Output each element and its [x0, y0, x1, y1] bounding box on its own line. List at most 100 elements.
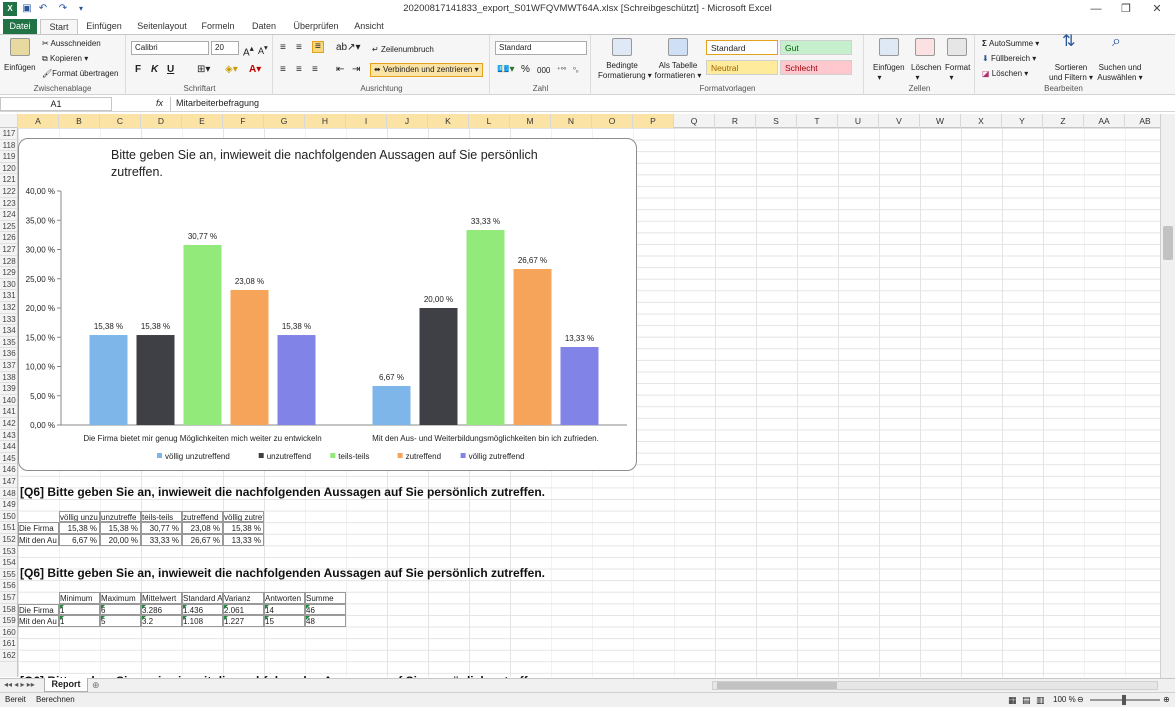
row-header-153[interactable]: 153 [0, 546, 17, 558]
table1-header-cell[interactable]: zutreffend [182, 510, 223, 523]
column-header-m[interactable]: M [510, 114, 551, 128]
row-header-140[interactable]: 140 [0, 395, 17, 407]
table1-value-cell[interactable]: 13,33 % [223, 534, 264, 546]
row-header-145[interactable]: 145 [0, 453, 17, 465]
style-schlecht[interactable]: Schlecht [780, 60, 852, 75]
tab-start[interactable]: Start [40, 19, 78, 34]
cut-button[interactable]: ✂ Ausschneiden [42, 39, 101, 49]
border-icon[interactable]: ⊞▾ [197, 65, 210, 75]
align-center-icon[interactable]: ≡ [296, 65, 302, 75]
wrap-text-button[interactable]: ↵ Zeilenumbruch [372, 45, 434, 55]
scroll-thumb[interactable] [1163, 226, 1173, 260]
column-header-v[interactable]: V [879, 114, 920, 128]
row-header-131[interactable]: 131 [0, 290, 17, 302]
fill-color-icon[interactable]: ◈▾ [225, 65, 238, 75]
clear-button[interactable]: ◪ Löschen ▾ [982, 69, 1028, 79]
number-format-select[interactable]: Standard [495, 41, 587, 55]
sheet-tab-report[interactable]: Report [44, 678, 88, 692]
tab-datei[interactable]: Datei [3, 19, 37, 34]
find-select-button[interactable]: Suchen und Auswählen ▾ [1096, 63, 1144, 83]
column-header-c[interactable]: C [100, 114, 141, 128]
table2-value-cell[interactable]: 3.2 [141, 615, 182, 627]
table2-value-cell[interactable]: 14 [264, 603, 305, 616]
tab-seitenlayout[interactable]: Seitenlayout [134, 19, 190, 34]
format-cells-button[interactable]: Format ▾ [945, 63, 970, 83]
table2-value-cell[interactable]: 1 [59, 615, 100, 627]
horizontal-scrollbar[interactable] [712, 681, 1158, 690]
table2-header-cell[interactable]: Varianz [223, 592, 264, 604]
zoom-in-icon[interactable]: ⊕ [1163, 693, 1170, 707]
column-header-w[interactable]: W [920, 114, 961, 128]
table2-value-cell[interactable]: 48 [305, 615, 346, 627]
table1-header-cell[interactable]: völlig zutreffend [223, 510, 264, 523]
row-header-132[interactable]: 132 [0, 302, 17, 314]
chart[interactable]: Bitte geben Sie an, inwieweit die nachfo… [18, 138, 637, 471]
column-header-f[interactable]: F [223, 114, 264, 128]
close-button[interactable]: ✕ [1142, 1, 1172, 17]
view-layout-icon[interactable]: ▤ [1022, 693, 1031, 707]
row-header-155[interactable]: 155 [0, 569, 17, 581]
font-size-select[interactable]: 20 [211, 41, 239, 55]
table1-header-cell[interactable]: unzutreffe [100, 510, 141, 523]
row-header-135[interactable]: 135 [0, 337, 17, 349]
row-header-126[interactable]: 126 [0, 232, 17, 244]
column-header-t[interactable]: T [797, 114, 838, 128]
font-color-icon[interactable]: A▾ [249, 65, 261, 75]
table1-value-cell[interactable]: 6,67 % [59, 534, 100, 546]
table2-value-cell[interactable]: 46 [305, 603, 346, 616]
paste-button[interactable]: Einfügen [4, 63, 36, 73]
column-header-o[interactable]: O [592, 114, 633, 128]
tab-formeln[interactable]: Formeln [198, 19, 238, 34]
column-header-y[interactable]: Y [1002, 114, 1043, 128]
column-header-q[interactable]: Q [674, 114, 715, 128]
table1-row-label[interactable]: Die Firma [18, 522, 59, 534]
table2-value-cell[interactable]: 2.061 [223, 603, 264, 616]
table2-header-cell[interactable]: Mittelwert [141, 592, 182, 604]
table1-value-cell[interactable]: 15,38 % [59, 522, 100, 534]
row-header-117[interactable]: 117 [0, 128, 17, 140]
format-as-table-button[interactable]: Als Tabelle formatieren ▾ [652, 61, 704, 81]
row-header-141[interactable]: 141 [0, 406, 17, 418]
column-header-g[interactable]: G [264, 114, 305, 128]
table2-value-cell[interactable]: 15 [264, 615, 305, 627]
grow-font-icon[interactable]: A▴ [243, 43, 254, 58]
column-header-r[interactable]: R [715, 114, 756, 128]
style-standard[interactable]: Standard [706, 40, 778, 55]
row-header-129[interactable]: 129 [0, 267, 17, 279]
column-header-j[interactable]: J [387, 114, 428, 128]
row-header-139[interactable]: 139 [0, 383, 17, 395]
column-header-h[interactable]: H [305, 114, 346, 128]
table2-value-cell[interactable]: 1.227 [223, 615, 264, 627]
increase-indent-icon[interactable]: ⇥ [352, 65, 360, 75]
row-header-159[interactable]: 159 [0, 615, 17, 627]
row-header-133[interactable]: 133 [0, 314, 17, 326]
decrease-indent-icon[interactable]: ⇤ [336, 65, 344, 75]
row-header-128[interactable]: 128 [0, 256, 17, 268]
table2-row-label[interactable]: Die Firma [18, 603, 59, 616]
tab-einfuegen[interactable]: Einfügen [82, 19, 126, 34]
column-header-l[interactable]: L [469, 114, 510, 128]
row-header-143[interactable]: 143 [0, 430, 17, 442]
column-header-k[interactable]: K [428, 114, 469, 128]
merge-center-button[interactable]: ⬌ Verbinden und zentrieren ▾ [370, 63, 483, 77]
minimize-button[interactable]: — [1081, 1, 1111, 17]
table1-value-cell[interactable]: 33,33 % [141, 534, 182, 546]
column-header-n[interactable]: N [551, 114, 592, 128]
table1-header-cell[interactable]: völlig unzu [59, 510, 100, 523]
insert-cells-button[interactable]: Einfügen ▾ [873, 63, 905, 83]
table2-header-cell[interactable]: Antworten [264, 592, 305, 604]
table1-value-cell[interactable]: 26,67 % [182, 534, 223, 546]
row-header-121[interactable]: 121 [0, 174, 17, 186]
row-header-130[interactable]: 130 [0, 279, 17, 291]
column-header-u[interactable]: U [838, 114, 879, 128]
column-header-a[interactable]: A [18, 114, 59, 128]
tab-ansicht[interactable]: Ansicht [350, 19, 388, 34]
conditional-format-button[interactable]: Bedingte Formatierung ▾ [598, 61, 652, 81]
row-header-118[interactable]: 118 [0, 140, 17, 152]
align-bottom-icon[interactable]: ≡ [312, 41, 324, 53]
autosum-button[interactable]: Σ AutoSumme ▾ [982, 39, 1039, 49]
increase-decimal-icon[interactable]: ⁺⁰⁰ [557, 66, 566, 76]
column-header-x[interactable]: X [961, 114, 1002, 128]
column-header-e[interactable]: E [182, 114, 223, 128]
select-all-corner[interactable] [0, 114, 18, 128]
